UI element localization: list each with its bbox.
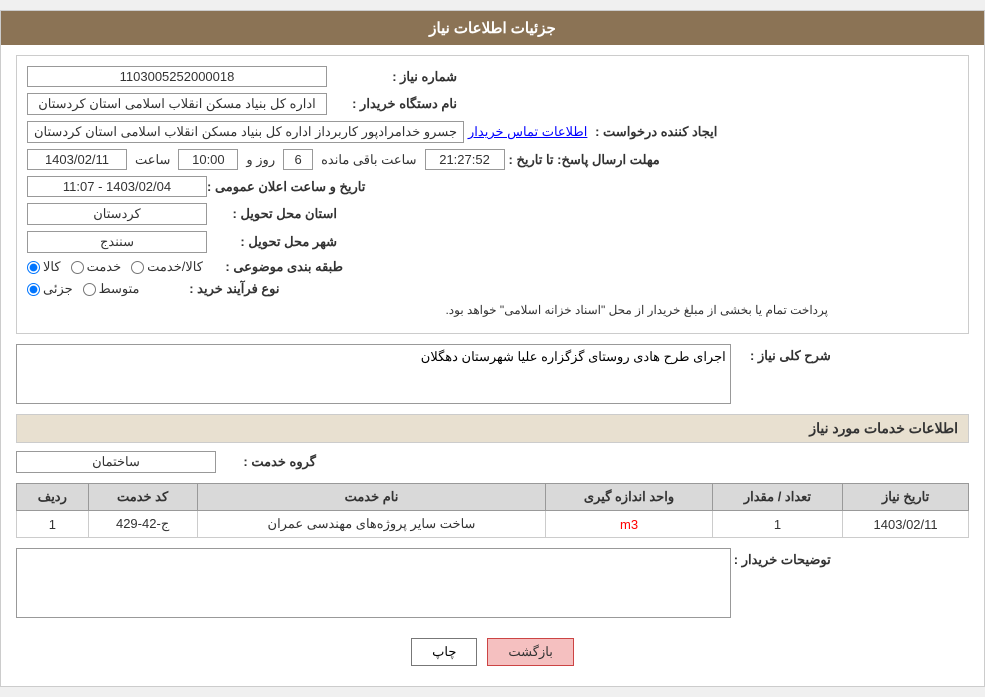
- services-section-title: اطلاعات خدمات مورد نیاز: [16, 414, 969, 443]
- process-mottasat-radio[interactable]: [83, 283, 96, 296]
- buyer-org-row: نام دستگاه خریدار : اداره کل بنیاد مسکن …: [27, 93, 958, 115]
- city-value: سنندج: [27, 231, 207, 253]
- process-mottasat-label: متوسط: [99, 281, 140, 297]
- col-service-code: کد خدمت: [88, 484, 197, 511]
- deadline-days: 6: [283, 149, 313, 170]
- col-date: تاریخ نیاز: [843, 484, 969, 511]
- need-number-label: شماره نیاز :: [327, 69, 457, 85]
- category-kala-khedmat-label: کالا/خدمت: [147, 259, 203, 275]
- process-jozi-label: جزئی: [43, 281, 73, 297]
- creator-label: ایجاد کننده درخواست :: [587, 124, 717, 140]
- service-group-label: گروه خدمت :: [216, 454, 316, 470]
- payment-note: پرداخت تمام یا بخشی از مبلغ خریدار از مح…: [27, 303, 958, 317]
- need-number-row: شماره نیاز : 1103005252000018: [27, 66, 958, 87]
- print-button[interactable]: چاپ: [411, 638, 477, 666]
- category-kala-label: کالا: [43, 259, 61, 275]
- deadline-row: مهلت ارسال پاسخ: تا تاریخ : 21:27:52 ساع…: [27, 149, 958, 170]
- deadline-label: مهلت ارسال پاسخ: تا تاریخ :: [509, 152, 660, 168]
- service-group-value: ساختمان: [16, 451, 216, 473]
- main-info-section: شماره نیاز : 1103005252000018 نام دستگاه…: [16, 55, 969, 334]
- description-textarea[interactable]: اجرای طرح هادی روستای گزگزاره علیا شهرست…: [16, 344, 731, 404]
- table-row: 1403/02/11 1 m3 ساخت سایر پروژه‌های مهند…: [17, 511, 969, 538]
- table-header-row: تاریخ نیاز تعداد / مقدار واحد اندازه گیر…: [17, 484, 969, 511]
- service-group-row: گروه خدمت : ساختمان: [16, 451, 969, 473]
- city-row: شهر محل تحویل : سنندج: [27, 231, 958, 253]
- cell-service-name: ساخت سایر پروژه‌های مهندسی عمران: [197, 511, 546, 538]
- buyer-notes-textarea[interactable]: [16, 548, 731, 618]
- province-label: استان محل تحویل :: [207, 206, 337, 222]
- creator-value: جسرو خدامرادپور کاربرداز اداره کل بنیاد …: [27, 121, 464, 143]
- deadline-remaining-label: ساعت باقی مانده: [321, 152, 416, 168]
- cell-quantity: 1: [712, 511, 843, 538]
- buyer-notes-label: توضیحات خریدار :: [731, 548, 831, 568]
- cell-row-num: 1: [17, 511, 89, 538]
- page-title: جزئیات اطلاعات نیاز: [429, 20, 556, 37]
- description-label: شرح کلی نیاز :: [731, 344, 831, 364]
- creator-row: ایجاد کننده درخواست : اطلاعات تماس خریدا…: [27, 121, 958, 143]
- col-row-num: ردیف: [17, 484, 89, 511]
- process-row: نوع فرآیند خرید : متوسط جزئی: [27, 281, 958, 297]
- deadline-time: 10:00: [178, 149, 238, 170]
- col-quantity: تعداد / مقدار: [712, 484, 843, 511]
- back-button[interactable]: بازگشت: [487, 638, 573, 666]
- category-row: طبقه بندی موضوعی : کالا/خدمت خدمت کالا: [27, 259, 958, 275]
- cell-unit: m3: [546, 511, 712, 538]
- buyer-org-label: نام دستگاه خریدار :: [327, 96, 457, 112]
- deadline-date: 1403/02/11: [27, 149, 127, 170]
- process-jozi-radio[interactable]: [27, 283, 40, 296]
- province-row: استان محل تحویل : کردستان: [27, 203, 958, 225]
- deadline-remaining: 21:27:52: [425, 149, 505, 170]
- announce-label: تاریخ و ساعت اعلان عمومی :: [207, 179, 365, 195]
- process-label: نوع فرآیند خرید :: [150, 281, 280, 297]
- deadline-time-label: ساعت: [135, 152, 170, 168]
- col-unit: واحد اندازه گیری: [546, 484, 712, 511]
- description-section: شرح کلی نیاز : اجرای طرح هادی روستای گزگ…: [16, 344, 969, 404]
- city-label: شهر محل تحویل :: [207, 234, 337, 250]
- category-kala-radio[interactable]: [27, 261, 40, 274]
- need-number-value: 1103005252000018: [27, 66, 327, 87]
- category-kala-khedmat-radio[interactable]: [131, 261, 144, 274]
- announce-row: تاریخ و ساعت اعلان عمومی : 1403/02/04 - …: [27, 176, 958, 197]
- province-value: کردستان: [27, 203, 207, 225]
- buyer-notes-section: توضیحات خریدار :: [16, 548, 969, 618]
- col-service-name: نام خدمت: [197, 484, 546, 511]
- service-table: تاریخ نیاز تعداد / مقدار واحد اندازه گیر…: [16, 483, 969, 538]
- deadline-day-label: روز و: [246, 152, 275, 168]
- buttons-row: بازگشت چاپ: [16, 628, 969, 676]
- buyer-org-value: اداره کل بنیاد مسکن انقلاب اسلامی استان …: [27, 93, 327, 115]
- cell-date: 1403/02/11: [843, 511, 969, 538]
- announce-value: 1403/02/04 - 11:07: [27, 176, 207, 197]
- category-label: طبقه بندی موضوعی :: [213, 259, 343, 275]
- contact-link[interactable]: اطلاعات تماس خریدار: [468, 124, 587, 140]
- category-khedmat-radio[interactable]: [71, 261, 84, 274]
- page-header: جزئیات اطلاعات نیاز: [1, 11, 984, 45]
- category-khedmat-label: خدمت: [87, 259, 122, 275]
- cell-service-code: ج-42-429: [88, 511, 197, 538]
